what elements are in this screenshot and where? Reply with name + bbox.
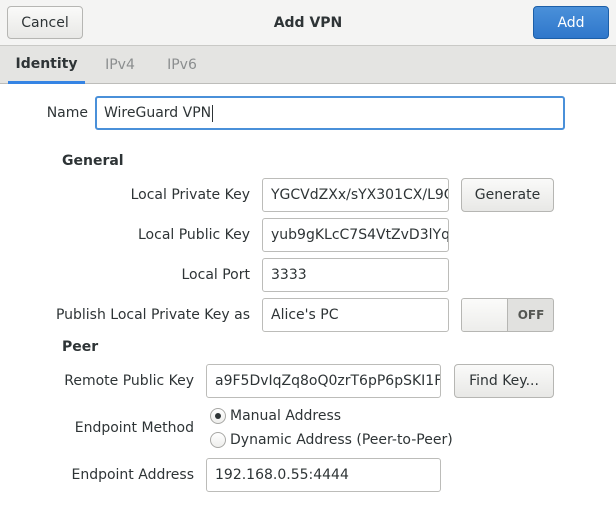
name-label: Name bbox=[46, 105, 88, 121]
tab-bar: Identity IPv4 IPv6 bbox=[0, 46, 616, 84]
remote-public-key-label: Remote Public Key bbox=[64, 373, 194, 389]
name-field-value: WireGuard VPN bbox=[104, 105, 212, 121]
dialog-title: Add VPN bbox=[273, 15, 343, 31]
tab-ipv4[interactable]: IPv4 bbox=[98, 46, 142, 84]
remote-public-key-field[interactable]: a9F5DvIqZq8oQ0zrT6pP6pSKI1FgHw bbox=[206, 364, 441, 398]
text-cursor bbox=[212, 104, 214, 122]
dialog-header: Add VPN Cancel Add bbox=[0, 0, 616, 46]
local-private-key-label: Local Private Key bbox=[130, 187, 250, 203]
cancel-button[interactable]: Cancel bbox=[7, 6, 83, 39]
publish-key-field[interactable]: Alice's PC bbox=[262, 298, 449, 332]
local-port-label: Local Port bbox=[181, 267, 251, 283]
switch-knob[interactable] bbox=[462, 299, 508, 331]
local-port-field[interactable]: 3333 bbox=[262, 258, 449, 292]
publish-key-label: Publish Local Private Key as bbox=[55, 307, 250, 323]
dynamic-address-label[interactable]: Dynamic Address (Peer-to-Peer) bbox=[230, 430, 453, 450]
add-button[interactable]: Add bbox=[533, 6, 609, 39]
generate-button[interactable]: Generate bbox=[461, 178, 554, 212]
name-field[interactable]: WireGuard VPN bbox=[95, 96, 565, 130]
switch-state-label: OFF bbox=[517, 308, 545, 322]
general-heading: General bbox=[62, 153, 124, 169]
tab-ipv6[interactable]: IPv6 bbox=[160, 46, 204, 84]
endpoint-address-field[interactable]: 192.168.0.55:4444 bbox=[206, 458, 441, 492]
endpoint-method-label: Endpoint Method bbox=[74, 420, 194, 436]
tab-identity[interactable]: Identity bbox=[8, 46, 85, 84]
dynamic-address-radio[interactable] bbox=[210, 432, 226, 448]
endpoint-address-label: Endpoint Address bbox=[71, 467, 194, 483]
peer-heading: Peer bbox=[62, 339, 99, 355]
manual-address-radio[interactable] bbox=[210, 408, 226, 424]
local-private-key-field[interactable]: YGCVdZXx/sYX301CX/L9GxxIjWYkl9K bbox=[262, 178, 449, 212]
find-key-button[interactable]: Find Key... bbox=[454, 364, 554, 398]
local-public-key-label: Local Public Key bbox=[138, 227, 250, 243]
publish-key-switch[interactable]: OFF bbox=[461, 298, 554, 332]
manual-address-label[interactable]: Manual Address bbox=[230, 406, 341, 426]
local-public-key-field[interactable]: yub9gKLcC7S4VtZvD3lYq2xRfpeT5w bbox=[262, 218, 449, 252]
